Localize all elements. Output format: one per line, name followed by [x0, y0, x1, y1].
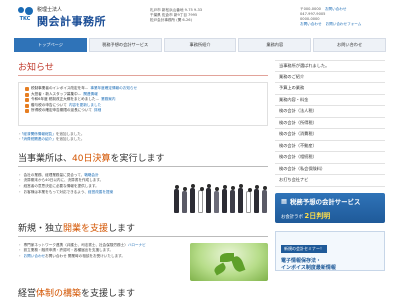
section4-title-post: を支援します [81, 289, 136, 299]
bullet-text: お客様は本業をもって対応できるよう、 [23, 189, 89, 194]
sidebar-item[interactable]: 検の会計（所得税） [275, 118, 385, 129]
section4-title-highlight: 体制の構築 [36, 289, 82, 299]
section2-title: 当事業所は、40日決算を実行します [18, 151, 268, 167]
inquiry-form-link[interactable]: お問い合わせフォーム [326, 22, 362, 27]
sidebar-item[interactable]: 検の会計（不動産） [275, 141, 385, 152]
site-logo[interactable]: TKC 税理士法人 関会計事務所 [16, 6, 106, 29]
note-link[interactable]: 「消費税関連の紹介」 [22, 137, 56, 141]
section3-bullets: ・専門家ネットワーク連携（弁護士、司法書士、社会保険労務士）ハローナビ ・設立業… [18, 243, 186, 281]
bullet-item: ・お客様は本業をもって対応できるよう、経営改善を提案 [18, 189, 114, 194]
sidebar-item[interactable]: 業務のご紹介 [275, 72, 385, 83]
note-link[interactable]: 「経済関係情報総覧」 [22, 132, 56, 136]
news-title: お知らせ [18, 60, 268, 76]
section3-title: 新規・独立開業を支援します [18, 221, 268, 237]
bullet-item: ・お問い合わせお問い合わせ 開業時の相談をお受けいたします。 [18, 254, 125, 258]
note-text: を追加しました。 [55, 137, 85, 142]
bullet-text: お問い合わせ 開業時の相談をお受けいたします。 [45, 254, 125, 258]
tax-forecast-banner[interactable]: ▦ 税務予想の会計サービス お会計ラボ 2日判明 [275, 192, 385, 223]
logo-tkc-text: TKC [19, 15, 31, 22]
sidebar-item[interactable]: 当事務所が選ばれました。 [275, 60, 385, 72]
section3-title-post: します [108, 223, 136, 234]
banner2-line2: インボイス制度最新情報 [281, 264, 336, 271]
sidebar-item[interactable]: 業務内容・料金 [275, 95, 385, 106]
section3-title-highlight: 開業を支援 [63, 223, 109, 234]
sidebar-item[interactable]: 検の会計（消費税） [275, 129, 385, 141]
header-contact: 〒000-0000 お問い合わせ 047-997-9005 0000-0000 … [300, 7, 361, 27]
sidebar-item[interactable]: 検の会計（法人税） [275, 106, 385, 118]
nav-services[interactable]: 税務予想の会計サービス [88, 38, 162, 52]
bullet-link[interactable]: ハローナビ [128, 243, 146, 247]
seminar-banner[interactable]: 新規の会計セミナー！ 電子情報保存法・ インボイス制度最新情報 [275, 230, 385, 271]
section-startup-support: 新規・独立開業を支援します ・専門家ネットワーク連携（弁護士、司法書士、社会保険… [18, 221, 268, 281]
bullet-icon [25, 87, 29, 91]
main-content: お知らせ 税制事業者のインボイス改定を年… 事業年度確定情報のお知らせ 大担者・新… [18, 60, 268, 281]
sidebar-item[interactable]: 予算上の業務 [275, 83, 385, 95]
sprout-photo [190, 242, 268, 281]
main-nav: トップページ 税務予想の会計サービス 事務所紹介 業務内容 お問い合わせ [14, 38, 386, 52]
news-item[interactable]: 所得税の確定申告期限の延長について 詳細 [25, 108, 261, 114]
news-link[interactable]: 業務案内 [101, 97, 115, 103]
calculator-icon: ▦ [281, 197, 288, 205]
sidebar: 当事務所が選ばれました。 業務のご紹介 予算上の業務 業務内容・料金 検の会計（… [275, 60, 385, 271]
banner1-title: 税務予想の会計サービス [290, 197, 361, 206]
section-40day-settlement: 当事業所は、40日決算を実行します ・会社の業務、経理業務量に見合って、戦略会計… [18, 151, 268, 213]
nav-about[interactable]: 事務所紹介 [163, 38, 237, 52]
note-text: を追加しました。 [55, 132, 85, 136]
news-link[interactable]: 詳細 [94, 108, 101, 114]
news-list: 税制事業者のインボイス改定を年… 事業年度確定情報のお知らせ 大担者・新人スタッフ… [18, 82, 268, 126]
banner2-tag: 新規の会計セミナー！ [281, 244, 327, 253]
update-notes: ・「経済関係情報総覧」を追加しました。 ・「消費税関連の紹介」を追加しました。 [18, 132, 268, 143]
nav-top[interactable]: トップページ [14, 38, 87, 52]
nav-contact[interactable]: お問い合わせ [313, 38, 386, 52]
section2-title-pre: 当事業所は、 [18, 153, 73, 164]
address-line: 松戸会計事務所 (関 6-26) [150, 18, 192, 22]
nav-business[interactable]: 業務内容 [238, 38, 312, 52]
section2-bullets: ・会社の業務、経理業務量に見合って、戦略会計 ・決算期末から40日以内に、決算書… [18, 173, 168, 213]
bullet-text: 専門家ネットワーク連携（弁護士、司法書士、社会保険労務士） [23, 242, 128, 247]
logo-firm-name: 関会計事務所 [37, 15, 106, 28]
sidebar-item[interactable]: お打ち会社ナビ [275, 175, 385, 187]
note-item: ・「消費税関連の紹介」を追加しました。 [18, 137, 268, 142]
section-management-support: 経営体制の構築を支援します [18, 286, 268, 299]
bullet-icon [25, 109, 29, 114]
bullet-text: 会社の業務、経理業務量に見合って、 [23, 172, 85, 177]
bullet-icon [25, 98, 29, 103]
bullet-icon [25, 92, 29, 97]
section2-title-post: を実行します [110, 153, 165, 164]
banner2-line1: 電子情報保存法・ [281, 257, 322, 264]
sidebar-item[interactable]: 検の会計（相続税） [275, 152, 385, 164]
site-header: TKC 税理士法人 関会計事務所 札戸市 新松浜山番地 9-75 9-33 千葉… [0, 0, 400, 36]
bullet-link[interactable]: 戦略会計 [84, 173, 98, 177]
bullet-link[interactable]: 経営改善を提案 [88, 190, 113, 194]
staff-photo [172, 179, 268, 213]
tkc-logo-icon: TKC [16, 6, 34, 29]
section4-title-pre: 経営 [18, 289, 37, 299]
contact-link[interactable]: お問い合わせ [325, 7, 347, 12]
bullet-link[interactable]: お問い合わせ [24, 254, 46, 258]
bullet-icon [25, 103, 29, 108]
news-text: 所得税の確定申告期限の延長について [31, 108, 92, 113]
inquiry-link[interactable]: お問い合わせ [300, 22, 322, 27]
section3-title-pre: 新規・独立 [18, 223, 64, 234]
header-address: 札戸市 新松浜山番地 9-75 9-33 千葉県 佐倉市 新9丁目 7995 松… [150, 8, 202, 23]
banner1-highlight: 2日判明 [304, 211, 331, 220]
sidebar-item[interactable]: 検の会計（私会保険料） [275, 164, 385, 175]
section2-title-highlight: 40日決算 [72, 153, 111, 164]
banner1-line: お会計ラボ [281, 214, 303, 220]
logo-subtitle: 税理士法人 [37, 7, 63, 13]
